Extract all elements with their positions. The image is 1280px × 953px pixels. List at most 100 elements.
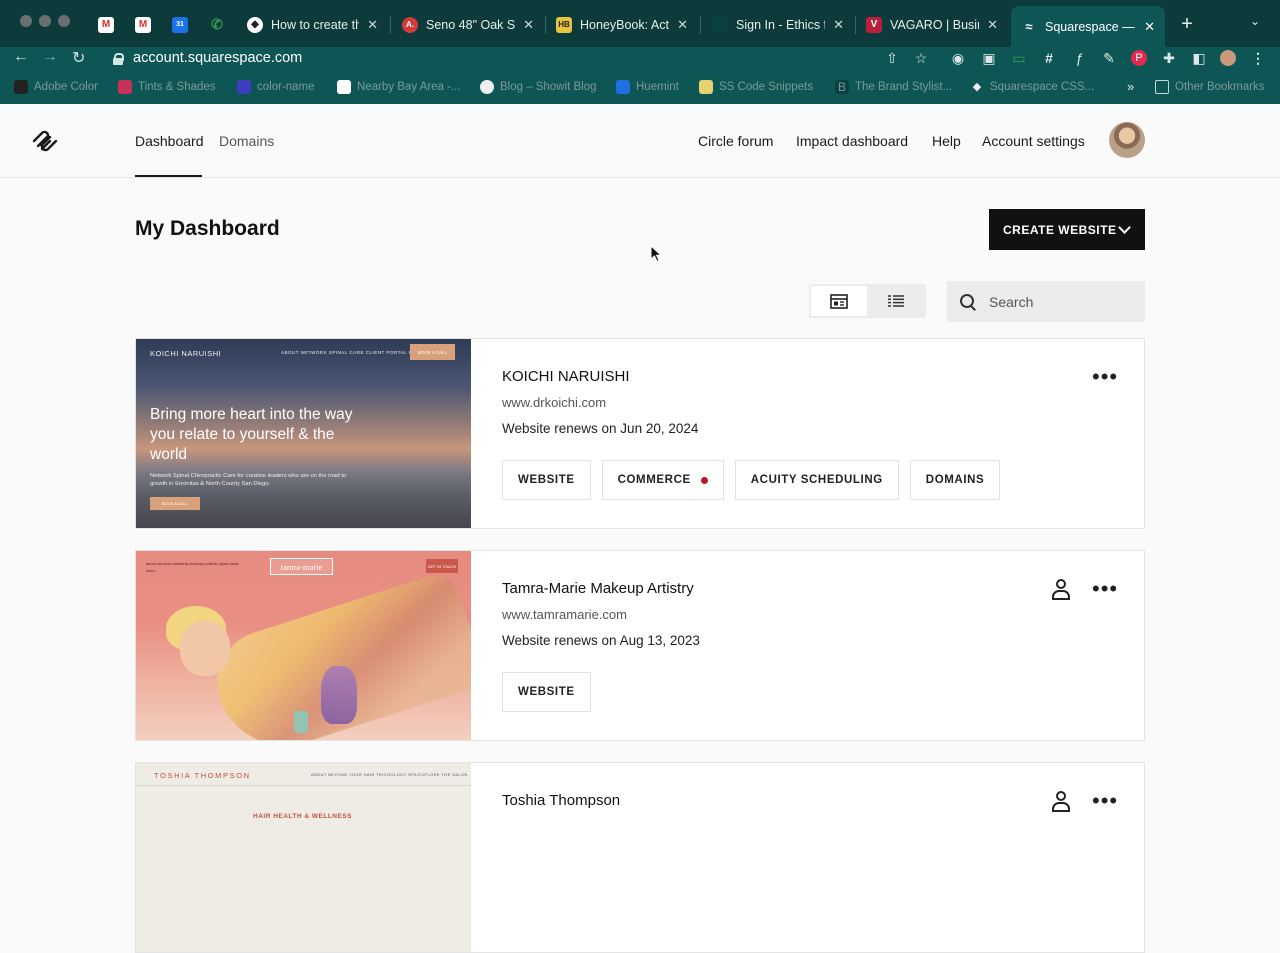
screen-extension-icon[interactable]: ▭ <box>1011 50 1027 66</box>
site-thumbnail[interactable]: TOSHIA THOMPSON ABOUT BEYOND YOUR HAIR T… <box>136 763 471 952</box>
thumb-menu: ABOUT BEYOND YOUR HAIR TRICHOLOGY SPA EX… <box>311 772 468 777</box>
close-window-button[interactable] <box>20 15 32 27</box>
back-icon[interactable]: ← <box>13 48 29 66</box>
site-card[interactable]: TOSHIA THOMPSON ABOUT BEYOND YOUR HAIR T… <box>135 762 1145 953</box>
more-options-icon[interactable]: ••• <box>1092 578 1118 600</box>
site-name[interactable]: Tamra-Marie Makeup Artistry <box>502 580 694 597</box>
tab-title: How to create thr <box>271 17 360 32</box>
browser-tab-bar: M M 31 ✆ ◆ How to create thr ✕ A. Seno 4… <box>0 0 1280 47</box>
help-link[interactable]: Help <box>932 133 961 149</box>
site-thumbnail[interactable]: about services wedding makeup portfolio … <box>136 551 471 740</box>
minimize-window-button[interactable] <box>39 15 51 27</box>
reload-icon[interactable]: ↻ <box>72 48 85 68</box>
chip-commerce[interactable]: COMMERCE <box>601 460 724 500</box>
bookmark-item[interactable]: color-name <box>237 80 315 94</box>
close-tab-icon[interactable]: ✕ <box>1144 19 1155 35</box>
close-tab-icon[interactable]: ✕ <box>987 17 998 33</box>
chip-website[interactable]: WEBSITE <box>502 672 591 712</box>
browser-tab[interactable]: 31 <box>162 8 198 41</box>
contributor-icon[interactable] <box>1051 579 1070 600</box>
bookmark-star-icon[interactable]: ☆ <box>913 50 929 66</box>
pen-extension-icon[interactable]: ✎ <box>1101 50 1117 66</box>
bookmark-item[interactable]: Blog – Showit Blog <box>480 80 597 94</box>
close-tab-icon[interactable]: ✕ <box>523 17 534 33</box>
more-options-icon[interactable]: ••• <box>1092 366 1118 388</box>
site-thumbnail[interactable]: KOICHI NARUISHI ABOUT NETWORK SPINAL CAR… <box>136 339 471 528</box>
ethics-icon <box>712 16 728 33</box>
tab-title: VAGARO | Busine <box>890 17 979 32</box>
contributor-icon[interactable] <box>1051 791 1070 812</box>
site-name[interactable]: KOICHI NARUISHI <box>502 368 630 385</box>
folder-icon <box>1155 80 1169 94</box>
chip-website[interactable]: WEBSITE <box>502 460 591 500</box>
create-website-button[interactable]: CREATE WEBSITE <box>989 209 1145 250</box>
thumb-headline: Bring more heart into the way you relate… <box>150 406 353 463</box>
pinterest-icon[interactable]: P <box>1131 50 1147 66</box>
other-bookmarks-folder[interactable]: Other Bookmarks <box>1155 80 1264 94</box>
browser-tab[interactable]: M <box>125 8 161 41</box>
view-toggle <box>809 284 926 318</box>
page-title: My Dashboard <box>135 217 280 240</box>
site-renewal: Website renews on Aug 13, 2023 <box>502 633 700 648</box>
site-url[interactable]: www.tamramarie.com <box>502 607 627 622</box>
browser-menu-icon[interactable]: ⋮ <box>1250 50 1266 66</box>
chip-acuity-scheduling[interactable]: ACUITY SCHEDULING <box>734 460 899 500</box>
bookmark-item[interactable]: Nearby Bay Area -... <box>337 80 461 94</box>
camera-extension-icon[interactable]: ▣ <box>981 50 997 66</box>
close-tab-icon[interactable]: ✕ <box>833 17 844 33</box>
thumb-logo: tamra-marie <box>270 558 333 575</box>
tab-search-icon[interactable]: ⌄ <box>1250 14 1260 28</box>
site-card[interactable]: KOICHI NARUISHI ABOUT NETWORK SPINAL CAR… <box>135 338 1145 529</box>
browser-tab[interactable]: ◆ How to create thr ✕ <box>237 8 388 41</box>
grid-view-button[interactable] <box>811 286 867 316</box>
chip-domains[interactable]: DOMAINS <box>909 460 1001 500</box>
browser-tab-active[interactable]: ≈ Squarespace — A ✕ <box>1011 6 1165 47</box>
profile-avatar-icon[interactable] <box>1220 50 1236 66</box>
bookmark-label: Tints & Shades <box>138 81 216 93</box>
site-url[interactable]: www.drkoichi.com <box>502 395 606 410</box>
browser-tab[interactable]: HB HoneyBook: Activ ✕ <box>546 8 698 41</box>
user-avatar[interactable] <box>1109 122 1145 158</box>
forward-icon[interactable]: → <box>42 48 58 66</box>
card-view-icon <box>830 293 848 309</box>
tab-title: Seno 48" Oak Sid <box>426 17 516 32</box>
side-panel-icon[interactable]: ◧ <box>1191 50 1207 66</box>
bookmark-item[interactable]: B The Brand Stylist... <box>835 80 952 94</box>
bookmark-item[interactable]: Tints & Shades <box>118 80 216 94</box>
close-tab-icon[interactable]: ✕ <box>367 17 378 33</box>
search-input[interactable] <box>989 293 1129 310</box>
account-settings-link[interactable]: Account settings <box>982 133 1085 149</box>
chip-label: WEBSITE <box>518 686 575 698</box>
address-bar[interactable]: account.squarespace.com <box>103 47 1093 69</box>
more-options-icon[interactable]: ••• <box>1092 790 1118 812</box>
circle-forum-link[interactable]: Circle forum <box>698 133 773 149</box>
site-card[interactable]: about services wedding makeup portfolio … <box>135 550 1145 741</box>
new-tab-icon[interactable]: + <box>1176 13 1198 36</box>
site-name[interactable]: Toshia Thompson <box>502 792 620 809</box>
browser-tab[interactable]: ✆ <box>199 8 235 41</box>
impact-dashboard-link[interactable]: Impact dashboard <box>796 133 908 149</box>
bookmark-item[interactable]: Huemint <box>616 80 679 94</box>
extensions-puzzle-icon[interactable]: ✚ <box>1161 50 1177 66</box>
browser-tab[interactable]: Sign In - Ethics fo ✕ <box>702 8 854 41</box>
nav-domains[interactable]: Domains <box>219 133 274 149</box>
browser-tab[interactable]: A. Seno 48" Oak Sid ✕ <box>392 8 544 41</box>
tab-title: Squarespace — A <box>1045 19 1137 34</box>
bookmark-item[interactable]: ◆ Squarespace CSS... <box>970 80 1094 94</box>
browser-tab[interactable]: M <box>88 8 124 41</box>
font-extension-icon[interactable]: ƒ <box>1071 50 1087 66</box>
nav-dashboard[interactable]: Dashboard <box>135 133 204 149</box>
password-manager-icon[interactable]: ◉ <box>950 50 966 66</box>
squarespace-logo-icon[interactable] <box>30 129 60 153</box>
hashtag-extension-icon[interactable]: # <box>1041 50 1057 66</box>
list-view-button[interactable] <box>868 286 924 316</box>
thumb-menu: about services wedding makeup portfolio … <box>146 561 239 573</box>
bookmarks-overflow-button[interactable]: » <box>1127 79 1134 94</box>
bookmark-item[interactable]: SS Code Snippets <box>699 80 813 94</box>
bookmark-label: The Brand Stylist... <box>855 81 953 93</box>
bookmark-item[interactable]: Adobe Color <box>14 80 98 94</box>
browser-tab[interactable]: V VAGARO | Busine ✕ <box>856 8 1008 41</box>
zoom-window-button[interactable] <box>58 15 70 27</box>
share-icon[interactable]: ⇧ <box>884 50 900 66</box>
close-tab-icon[interactable]: ✕ <box>677 17 688 33</box>
